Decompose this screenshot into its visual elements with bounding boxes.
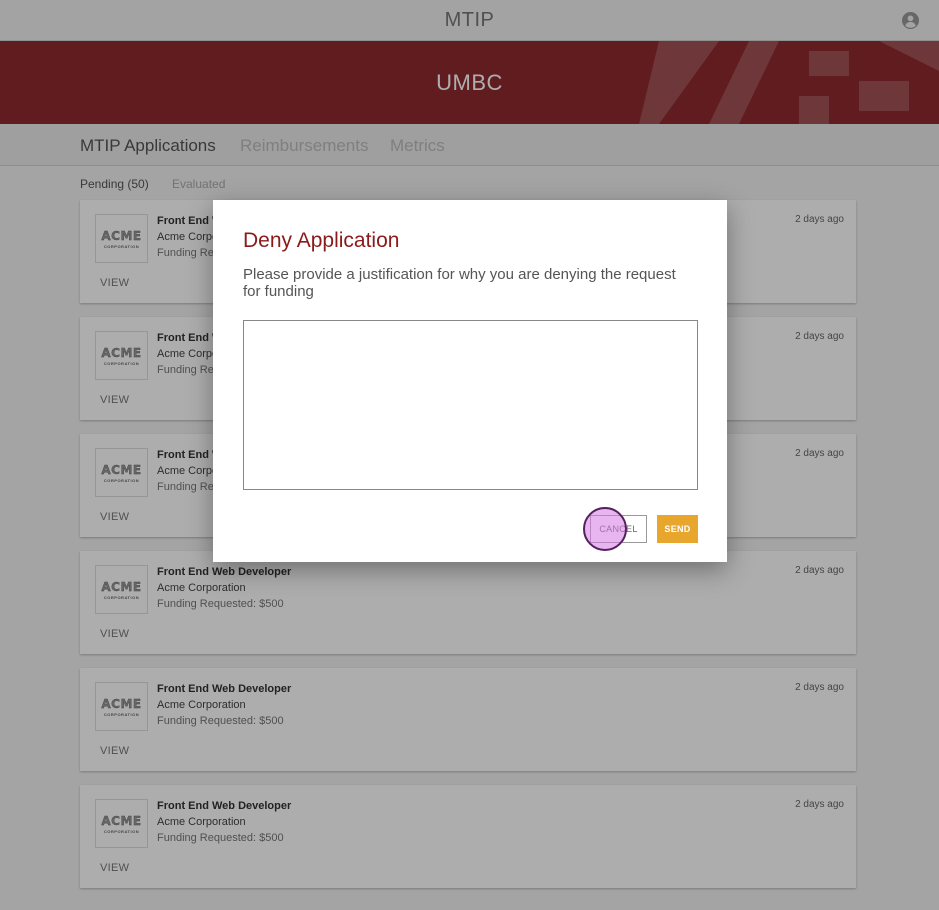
deny-application-dialog: Deny Application Please provide a justif… bbox=[213, 200, 727, 562]
dialog-title: Deny Application bbox=[243, 229, 400, 252]
send-button[interactable]: SEND bbox=[657, 515, 698, 543]
cancel-button[interactable]: CANCEL bbox=[590, 515, 647, 543]
justification-textarea[interactable] bbox=[243, 320, 698, 490]
dialog-message: Please provide a justification for why y… bbox=[243, 266, 676, 300]
